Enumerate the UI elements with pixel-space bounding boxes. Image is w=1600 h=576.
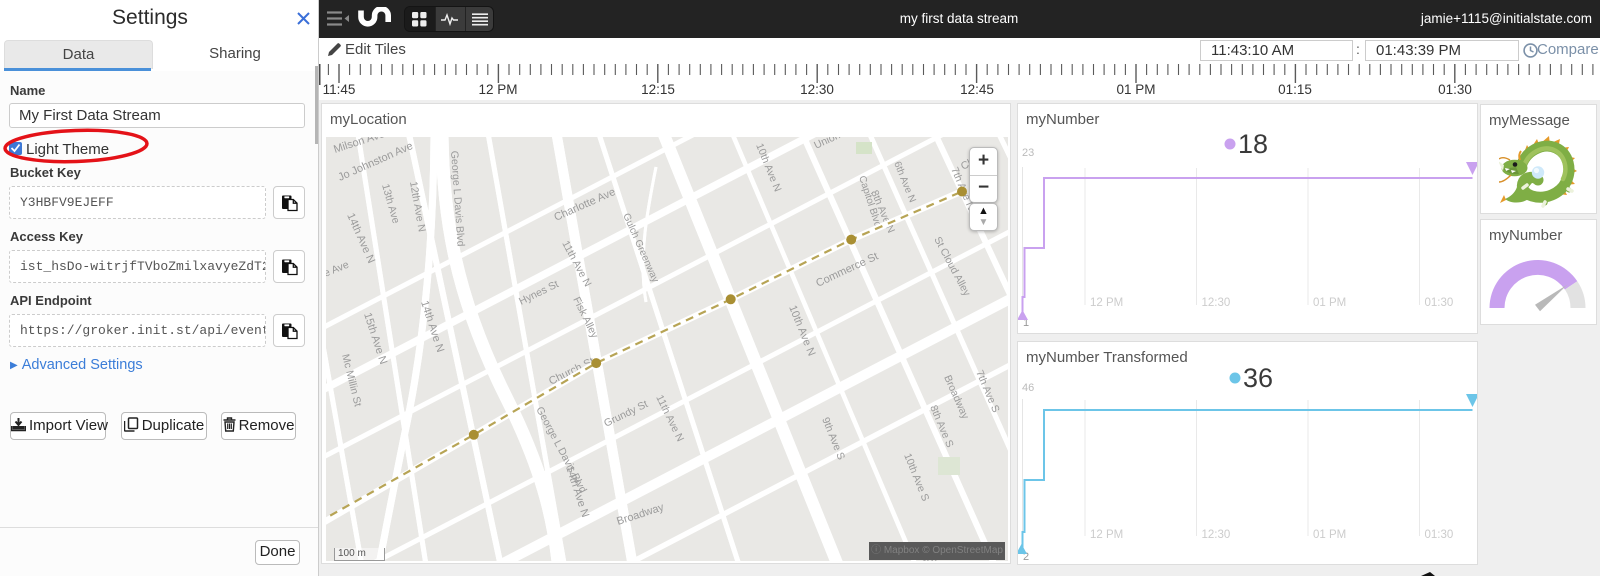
svg-text:01 PM: 01 PM <box>1313 297 1346 309</box>
svg-text:18: 18 <box>1238 129 1268 159</box>
svg-text:01:30: 01:30 <box>1425 297 1454 309</box>
svg-text:12 PM: 12 PM <box>1090 297 1123 309</box>
svg-text:23: 23 <box>1022 147 1034 159</box>
svg-text:36: 36 <box>1243 363 1273 393</box>
svg-text:46: 46 <box>1022 382 1034 394</box>
svg-text:12:30: 12:30 <box>1202 529 1231 541</box>
svg-text:01 PM: 01 PM <box>1313 529 1346 541</box>
svg-text:01:30: 01:30 <box>1425 529 1454 541</box>
svg-text:12 PM: 12 PM <box>1090 529 1123 541</box>
svg-text:12:30: 12:30 <box>1202 297 1231 309</box>
